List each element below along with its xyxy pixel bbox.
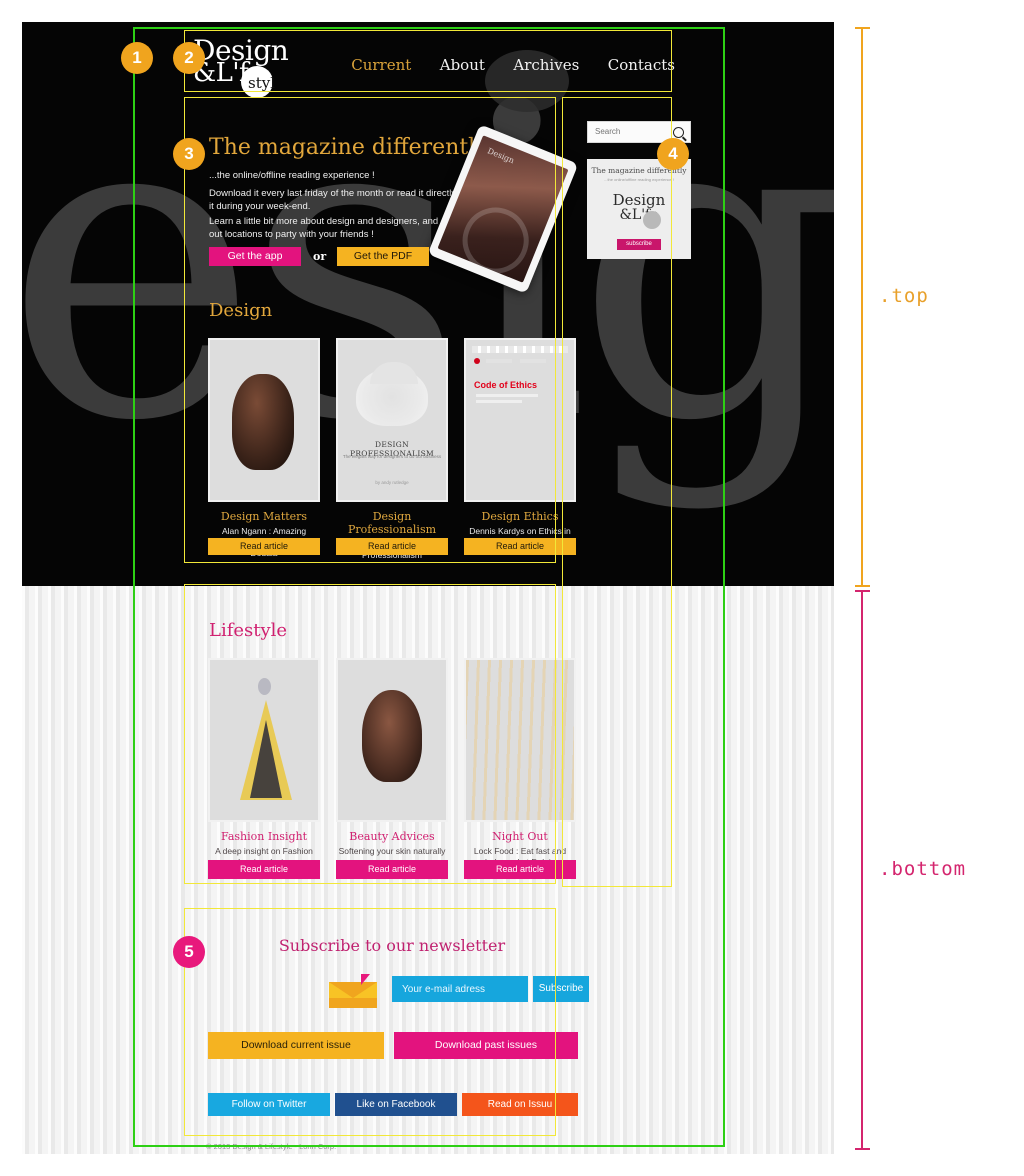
nav-item-contacts[interactable]: Contacts	[608, 56, 675, 74]
brace-bottom-tick-start	[855, 590, 870, 592]
brace-top-line	[861, 27, 863, 587]
newsletter-title: Subscribe to our newsletter	[278, 936, 506, 955]
lifestyle-card-2-desc: Softening your skin naturally	[338, 846, 446, 856]
figure-head	[258, 678, 271, 695]
lifestyle-card-3-title: Night Out	[492, 830, 548, 843]
design-card-3-read-button[interactable]: Read article	[464, 538, 576, 555]
envelope-marker	[361, 974, 370, 985]
get-the-app-button[interactable]: Get the app	[209, 247, 301, 266]
main-navigation: Current About Archives Contacts	[327, 56, 675, 75]
promo-subtitle: ...the online/offline reading experience…	[604, 177, 674, 182]
newsletter-email-input[interactable]	[392, 976, 528, 1002]
follow-on-twitter-button[interactable]: Follow on Twitter	[208, 1093, 330, 1116]
brace-top-tick-start	[855, 27, 870, 29]
design-card-2-thumb-sub: The elegant way for designers to do our …	[342, 454, 442, 459]
design-card-2: DESIGN PROFESSIONALISM The elegant way f…	[336, 338, 448, 561]
design-section-title: Design	[209, 300, 273, 321]
nav-item-about[interactable]: About	[440, 56, 485, 74]
annotation-badge-3: 3	[173, 138, 205, 170]
download-current-issue-button[interactable]: Download current issue	[208, 1032, 384, 1059]
menu-line-1	[486, 359, 512, 363]
annotation-badge-2: 2	[173, 42, 205, 74]
annotation-badge-1: 1	[121, 42, 153, 74]
copyright-text: © 2013 Design & Lifestyle - Lonn Corp.	[206, 1142, 337, 1151]
tablet-screen-caption: Design	[486, 146, 516, 166]
promo-subscribe-button[interactable]: subscribe	[617, 239, 661, 250]
design-card-3: Code of Ethics Design Ethics Dennis Kard…	[464, 338, 576, 548]
lifestyle-section-title: Lifestyle	[209, 620, 288, 641]
text-line-2	[476, 400, 522, 403]
lifestyle-card-1-thumbnail[interactable]	[208, 658, 320, 822]
record-dot-icon	[474, 358, 480, 364]
site-header: Design &L'fe styl Current About Archives…	[185, 32, 675, 112]
design-card-3-title: Design Ethics	[481, 510, 559, 523]
lifestyle-card-1-title: Fashion Insight	[220, 830, 308, 843]
envelope-icon	[329, 974, 377, 1008]
brace-top-tick-end	[855, 585, 870, 587]
brace-bottom-line	[861, 590, 863, 1150]
design-card-3-thumbnail[interactable]: Code of Ethics	[464, 338, 576, 502]
site-logo[interactable]: Design &L'fe styl	[193, 34, 303, 98]
like-on-facebook-button[interactable]: Like on Facebook	[335, 1093, 457, 1116]
design-card-1-thumbnail[interactable]	[208, 338, 320, 502]
or-label: or	[313, 250, 327, 263]
hero-section: The magazine differently ! ...the online…	[185, 119, 579, 294]
lifestyle-card-3-read-button[interactable]: Read article	[464, 860, 576, 879]
text-line-1	[476, 394, 538, 397]
read-on-issuu-button[interactable]: Read on Issuu	[462, 1093, 578, 1116]
top-section: esig Design &L'fe styl Current About Arc…	[22, 22, 834, 586]
design-card-2-title: Design Professionalism	[347, 510, 437, 536]
design-card-1: Design Matters Alan Ngann : Amazing phot…	[208, 338, 320, 559]
design-card-1-title: Design Matters	[220, 510, 308, 523]
brace-bottom-tick-end	[855, 1148, 870, 1150]
newsletter-subscribe-button[interactable]: Subscribe	[533, 976, 589, 1002]
search-icon[interactable]	[673, 127, 684, 138]
sidebar-promo-widget: The magazine differently ...the online/o…	[587, 159, 691, 259]
hero-title: The magazine differently !	[209, 135, 504, 160]
website-mockup: esig Design &L'fe styl Current About Arc…	[22, 22, 834, 1154]
design-card-2-thumb-foot: by andy rutledge	[375, 480, 409, 485]
promo-logo-dot	[643, 211, 661, 229]
dress-shape-overlay	[250, 720, 282, 798]
search-input[interactable]	[593, 126, 671, 137]
annotated-layout-screenshot: esig Design &L'fe styl Current About Arc…	[0, 0, 1024, 1176]
promo-logo-line-2: &L'fe	[619, 207, 659, 223]
logo-mark: styl	[248, 74, 275, 92]
design-card-1-read-button[interactable]: Read article	[208, 538, 320, 555]
annotation-badge-5: 5	[173, 936, 205, 968]
lifestyle-card-3-thumbnail[interactable]	[464, 658, 576, 822]
nav-item-current[interactable]: Current	[351, 56, 411, 74]
newsletter-section: Subscribe to our newsletter Subscribe Do…	[206, 930, 589, 1154]
lifestyle-card-2-read-button[interactable]: Read article	[336, 860, 448, 879]
lifestyle-card-2: Beauty Advices Softening your skin natur…	[336, 658, 448, 857]
brace-top-label: .top	[879, 285, 929, 307]
design-card-3-thumb-title: Code of Ethics	[474, 380, 538, 390]
lifestyle-card-1: Fashion Insight A deep insight on Fashio…	[208, 658, 320, 868]
get-the-pdf-button[interactable]: Get the PDF	[337, 247, 429, 266]
nav-item-archives[interactable]: Archives	[513, 56, 579, 74]
lifestyle-card-2-thumbnail[interactable]	[336, 658, 448, 822]
download-past-issues-button[interactable]: Download past issues	[394, 1032, 578, 1059]
brace-bottom-label: .bottom	[879, 858, 967, 880]
spartan-helmet-icon	[356, 362, 428, 426]
lifestyle-card-3: Night Out Lock Food : Eat fast and balan…	[464, 658, 576, 868]
lifestyle-card-1-read-button[interactable]: Read article	[208, 860, 320, 879]
menu-line-2	[520, 359, 546, 363]
annotation-badge-4: 4	[657, 138, 689, 170]
lifestyle-card-2-title: Beauty Advices	[349, 830, 435, 843]
design-card-2-thumbnail[interactable]: DESIGN PROFESSIONALISM The elegant way f…	[336, 338, 448, 502]
browser-bar	[472, 346, 568, 353]
design-card-2-read-button[interactable]: Read article	[336, 538, 448, 555]
